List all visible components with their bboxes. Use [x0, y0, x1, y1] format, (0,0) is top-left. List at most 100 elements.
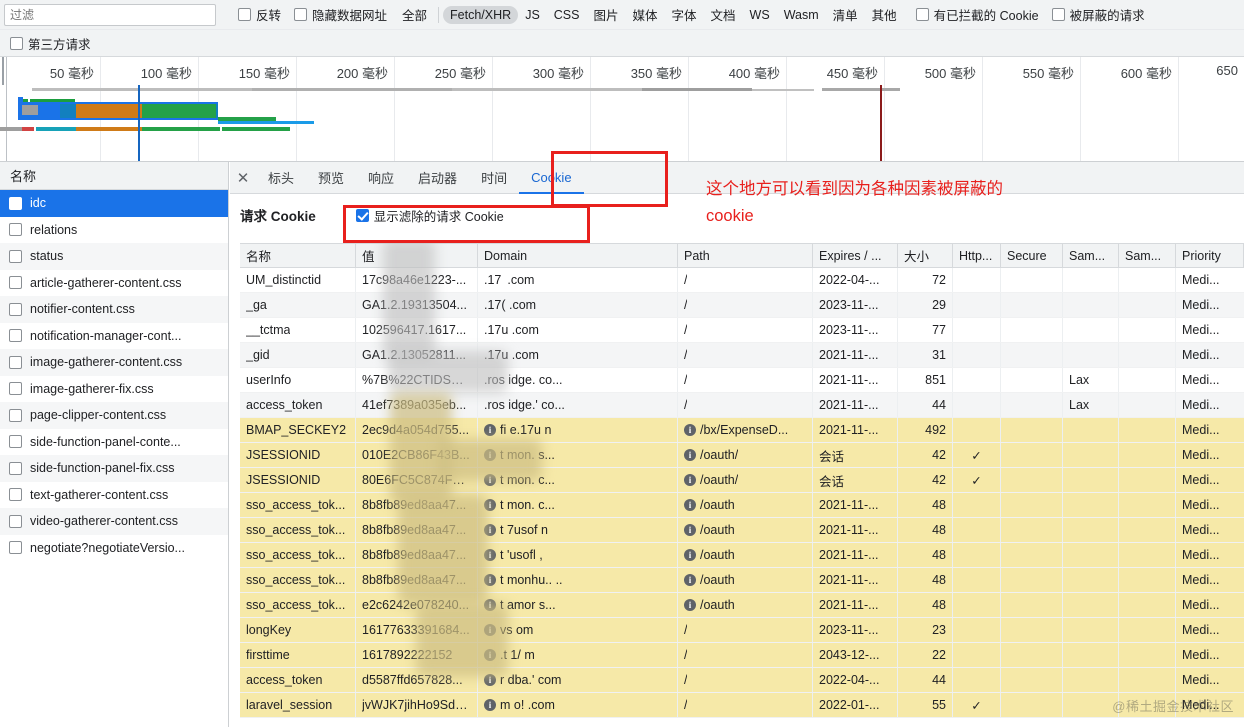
sidebar-item-image-gatherer-content-css[interactable]: image-gatherer-content.css — [0, 349, 228, 376]
blocked-cookie-info-icon[interactable]: i — [484, 549, 496, 561]
tab-initiator[interactable]: 启动器 — [406, 162, 469, 194]
column-header-value[interactable]: 值 — [356, 244, 478, 267]
third-party-checkbox[interactable]: 第三方请求 — [10, 34, 91, 53]
table-row[interactable]: longKey 16177633391684... i vs om / 2023-11-.… — [240, 618, 1244, 643]
request-list-sidebar[interactable]: 名称 idc relations status article-gatherer… — [0, 162, 229, 727]
cookie-table-body[interactable]: UM_distinctid 17c98a46e1223-... .17 .com / 2… — [240, 268, 1244, 718]
request-checkbox-icon[interactable] — [9, 249, 22, 263]
blocked-cookie-info-icon[interactable]: i — [484, 624, 496, 636]
overview-left-handle[interactable] — [0, 57, 7, 161]
type-filter-ws[interactable]: WS — [743, 6, 777, 24]
sidebar-item-negotiate[interactable]: negotiate?negotiateVersio... — [0, 535, 228, 562]
request-checkbox-icon[interactable] — [9, 302, 22, 316]
network-overview-timeline[interactable]: 50 毫秒 100 毫秒 150 毫秒 200 毫秒 250 毫秒 300 毫秒… — [0, 57, 1244, 162]
type-filter-wasm[interactable]: Wasm — [777, 6, 826, 24]
blocked-requests-checkbox[interactable]: 被屏蔽的请求 — [1051, 5, 1145, 24]
blocked-cookies-checkbox[interactable]: 有已拦截的 Cookie — [915, 5, 1039, 24]
table-row[interactable]: access_token 41ef7389a035eb... .ros idge.'… — [240, 393, 1244, 418]
column-header-secure[interactable]: Secure — [1001, 244, 1063, 267]
blocked-cookie-info-icon[interactable]: i — [484, 449, 496, 461]
blocked-cookie-info-icon[interactable]: i — [684, 449, 696, 461]
filter-input[interactable] — [4, 3, 216, 26]
table-row[interactable]: laravel_session jvWJK7jihHo9Sdz... i m o! .… — [240, 693, 1244, 718]
sidebar-item-article-gatherer-content-css[interactable]: article-gatherer-content.css — [0, 270, 228, 297]
checkbox-box-hide-data-urls[interactable] — [294, 8, 308, 21]
blocked-cookie-info-icon[interactable]: i — [484, 674, 496, 686]
table-row[interactable]: UM_distinctid 17c98a46e1223-... .17 .com / 2… — [240, 268, 1244, 293]
request-checkbox-icon[interactable] — [9, 435, 22, 449]
column-header-samesite[interactable]: Sam... — [1063, 244, 1119, 267]
column-header-sameparty[interactable]: Sam... — [1119, 244, 1176, 267]
table-row[interactable]: _gid GA1.2.13052811... .17u .com / 2021-11-.… — [240, 343, 1244, 368]
request-checkbox-icon[interactable] — [9, 355, 22, 369]
type-filter-other[interactable]: 其他 — [865, 3, 904, 26]
blocked-cookie-info-icon[interactable]: i — [684, 499, 696, 511]
sidebar-item-side-function-panel-content[interactable]: side-function-panel-conte... — [0, 429, 228, 456]
request-checkbox-icon[interactable] — [9, 276, 22, 290]
request-checkbox-icon[interactable] — [9, 488, 22, 502]
table-row[interactable]: sso_access_tok... 8b8fb89ed8aa47... i t mon… — [240, 568, 1244, 593]
type-filter-manifest[interactable]: 清单 — [826, 3, 865, 26]
blocked-cookie-info-icon[interactable]: i — [684, 524, 696, 536]
blocked-cookie-info-icon[interactable]: i — [684, 474, 696, 486]
type-filter-doc[interactable]: 文档 — [704, 3, 743, 26]
request-checkbox-icon[interactable] — [9, 382, 22, 396]
blocked-cookie-info-icon[interactable]: i — [484, 699, 496, 711]
type-filter-img[interactable]: 图片 — [586, 3, 625, 26]
hide-data-urls-checkbox[interactable]: 隐藏数据网址 — [294, 5, 387, 24]
blocked-cookie-info-icon[interactable]: i — [684, 549, 696, 561]
request-checkbox-icon[interactable] — [9, 408, 22, 422]
blocked-cookie-info-icon[interactable]: i — [484, 649, 496, 661]
tab-response[interactable]: 响应 — [356, 162, 406, 194]
sidebar-item-status[interactable]: status — [0, 243, 228, 270]
column-header-domain[interactable]: Domain — [478, 244, 678, 267]
sidebar-item-idc[interactable]: idc — [0, 190, 228, 217]
blocked-cookie-info-icon[interactable]: i — [684, 424, 696, 436]
column-header-path[interactable]: Path — [678, 244, 813, 267]
column-header-priority[interactable]: Priority — [1176, 244, 1244, 267]
table-row[interactable]: JSESSIONID 80E6FC5C874F6E... i t mon. c... i… — [240, 468, 1244, 493]
sidebar-item-notifier-content-css[interactable]: notifier-content.css — [0, 296, 228, 323]
blocked-cookie-info-icon[interactable]: i — [484, 524, 496, 536]
type-filter-all[interactable]: 全部 — [395, 3, 434, 26]
checkbox-box-show-filtered[interactable] — [355, 208, 369, 222]
sidebar-item-video-gatherer-content-css[interactable]: video-gatherer-content.css — [0, 508, 228, 535]
table-row[interactable]: sso_access_tok... 8b8fb89ed8aa47... i t 'us… — [240, 543, 1244, 568]
tab-headers[interactable]: 标头 — [256, 162, 306, 194]
sidebar-item-image-gatherer-fix-css[interactable]: image-gatherer-fix.css — [0, 376, 228, 403]
table-row[interactable]: access_token d5587ffd657828... i r dba.' co… — [240, 668, 1244, 693]
table-row[interactable]: sso_access_tok... e2c6242e078240... i t amo… — [240, 593, 1244, 618]
checkbox-box-invert[interactable] — [238, 8, 251, 21]
request-checkbox-icon[interactable] — [9, 461, 22, 475]
type-filter-media[interactable]: 媒体 — [626, 3, 665, 26]
table-row[interactable]: firsttime 1617892222152 i .t 1/ m / 2043-12-.… — [240, 643, 1244, 668]
table-row[interactable]: sso_access_tok... 8b8fb89ed8aa47... i t mon… — [240, 493, 1244, 518]
request-checkbox-icon[interactable] — [9, 514, 22, 528]
type-filter-font[interactable]: 字体 — [665, 3, 704, 26]
cookie-table[interactable]: 名称 值 Domain Path Expires / ... 大小 Http..… — [240, 243, 1244, 727]
tab-preview[interactable]: 预览 — [306, 162, 356, 194]
blocked-cookie-info-icon[interactable]: i — [684, 599, 696, 611]
close-icon[interactable]: ✕ — [230, 162, 256, 194]
invert-checkbox[interactable]: 反转 — [238, 5, 281, 24]
column-header-size[interactable]: 大小 — [898, 244, 953, 267]
table-row[interactable]: userInfo %7B%22CTIDS%... .ros idge. co... /… — [240, 368, 1244, 393]
column-header-name[interactable]: 名称 — [240, 244, 356, 267]
table-row[interactable]: _ga GA1.2.19313504... .17( .com / 2023-11-..… — [240, 293, 1244, 318]
table-row[interactable]: JSESSIONID 010E2CB86F43B... i t mon. s... i /… — [240, 443, 1244, 468]
blocked-cookie-info-icon[interactable]: i — [484, 599, 496, 611]
tab-cookies[interactable]: Cookie — [519, 162, 585, 194]
sidebar-item-text-gatherer-content-css[interactable]: text-gatherer-content.css — [0, 482, 228, 509]
table-row[interactable]: sso_access_tok... 8b8fb89ed8aa47... i t 7us… — [240, 518, 1244, 543]
table-row[interactable]: __tctma 102596417.1617... .17u .com / 2023-1… — [240, 318, 1244, 343]
blocked-cookie-info-icon[interactable]: i — [484, 574, 496, 586]
type-filter-js[interactable]: JS — [518, 6, 547, 24]
sidebar-item-page-clipper-content-css[interactable]: page-clipper-content.css — [0, 402, 228, 429]
checkbox-box-blocked-cookies[interactable] — [915, 8, 929, 21]
blocked-cookie-info-icon[interactable]: i — [484, 474, 496, 486]
column-header-expires[interactable]: Expires / ... — [813, 244, 898, 267]
tab-timing[interactable]: 时间 — [469, 162, 519, 194]
show-filtered-cookies-checkbox[interactable]: 显示滤除的请求 Cookie — [355, 206, 504, 225]
sidebar-item-relations[interactable]: relations — [0, 217, 228, 244]
request-checkbox-icon[interactable] — [9, 329, 22, 343]
